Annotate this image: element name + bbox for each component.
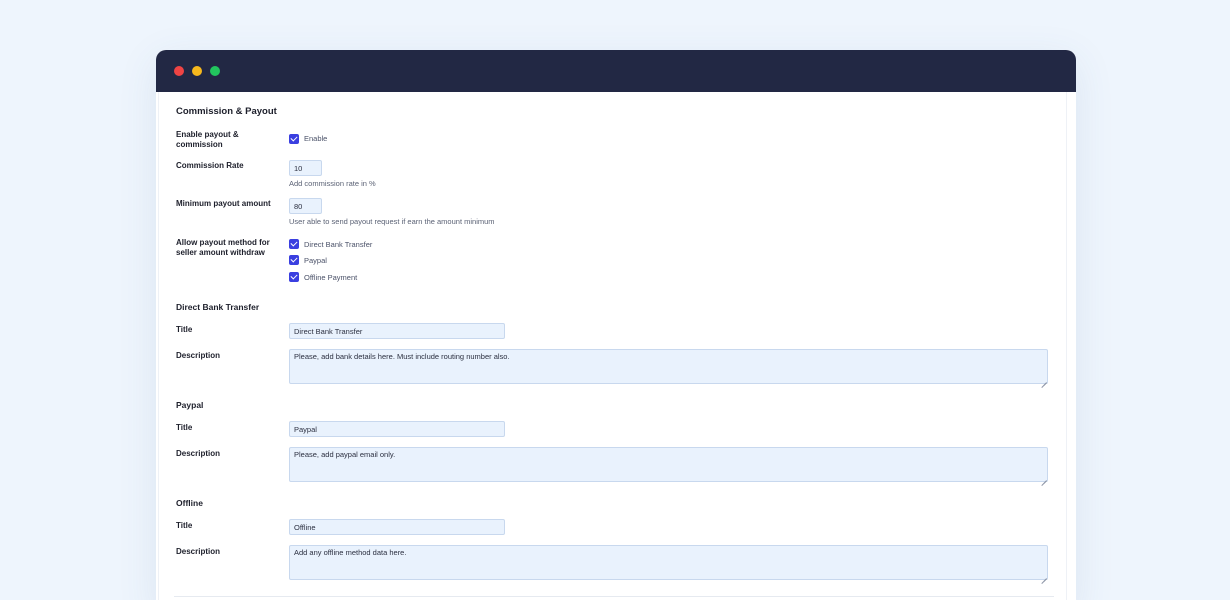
bank-resize-grip-icon[interactable] — [1041, 377, 1047, 383]
offline-resize-grip-icon[interactable] — [1041, 573, 1047, 579]
method-paypal-label: Paypal — [304, 256, 327, 265]
paypal-resize-grip-icon[interactable] — [1041, 475, 1047, 481]
commission-rate-label: Commission Rate — [176, 161, 244, 170]
commission-rate-input[interactable] — [289, 160, 322, 176]
bank-description-label: Description — [176, 351, 221, 360]
enable-payout-label: Enable payout & commission — [176, 130, 239, 149]
paypal-description-label: Description — [176, 449, 221, 458]
bank-description-textarea[interactable]: Please, add bank details here. Must incl… — [289, 349, 1048, 384]
paypal-description-textarea[interactable]: Please, add paypal email only. — [289, 447, 1048, 482]
method-offline-checkbox[interactable] — [289, 272, 299, 282]
minimum-payout-hint: User able to send payout request if earn… — [289, 217, 495, 226]
paypal-title-input[interactable] — [289, 421, 505, 437]
method-bank-label: Direct Bank Transfer — [304, 240, 373, 249]
minimize-window-button[interactable] — [192, 66, 202, 76]
offline-description-textarea[interactable]: Add any offline method data here. — [289, 545, 1048, 580]
enable-payout-checkbox[interactable] — [289, 134, 299, 144]
settings-panel: Commission & Payout Enable payout & comm… — [156, 92, 1076, 600]
payout-methods-label: Allow payout method for seller amount wi… — [176, 238, 270, 257]
method-offline-label: Offline Payment — [304, 273, 358, 282]
paypal-section-heading: Paypal — [176, 400, 204, 410]
panel-border-left — [158, 92, 159, 600]
minimum-payout-label: Minimum payout amount — [176, 199, 271, 208]
section-divider — [174, 596, 1054, 597]
panel-border-right — [1066, 92, 1067, 600]
window-titlebar — [156, 50, 1076, 92]
offline-title-input[interactable] — [289, 519, 505, 535]
method-paypal-checkbox[interactable] — [289, 255, 299, 265]
bank-section-heading: Direct Bank Transfer — [176, 302, 260, 312]
app-window: Commission & Payout Enable payout & comm… — [156, 50, 1076, 600]
bank-title-input[interactable] — [289, 323, 505, 339]
bank-title-label: Title — [176, 325, 193, 334]
offline-description-label: Description — [176, 547, 221, 556]
maximize-window-button[interactable] — [210, 66, 220, 76]
method-bank-checkbox[interactable] — [289, 239, 299, 249]
paypal-title-label: Title — [176, 423, 193, 432]
commission-payout-heading: Commission & Payout — [176, 106, 277, 117]
offline-section-heading: Offline — [176, 498, 203, 508]
offline-title-label: Title — [176, 521, 193, 530]
minimum-payout-input[interactable] — [289, 198, 322, 214]
commission-rate-hint: Add commission rate in % — [289, 179, 376, 188]
enable-option-label: Enable — [304, 134, 328, 143]
close-window-button[interactable] — [174, 66, 184, 76]
